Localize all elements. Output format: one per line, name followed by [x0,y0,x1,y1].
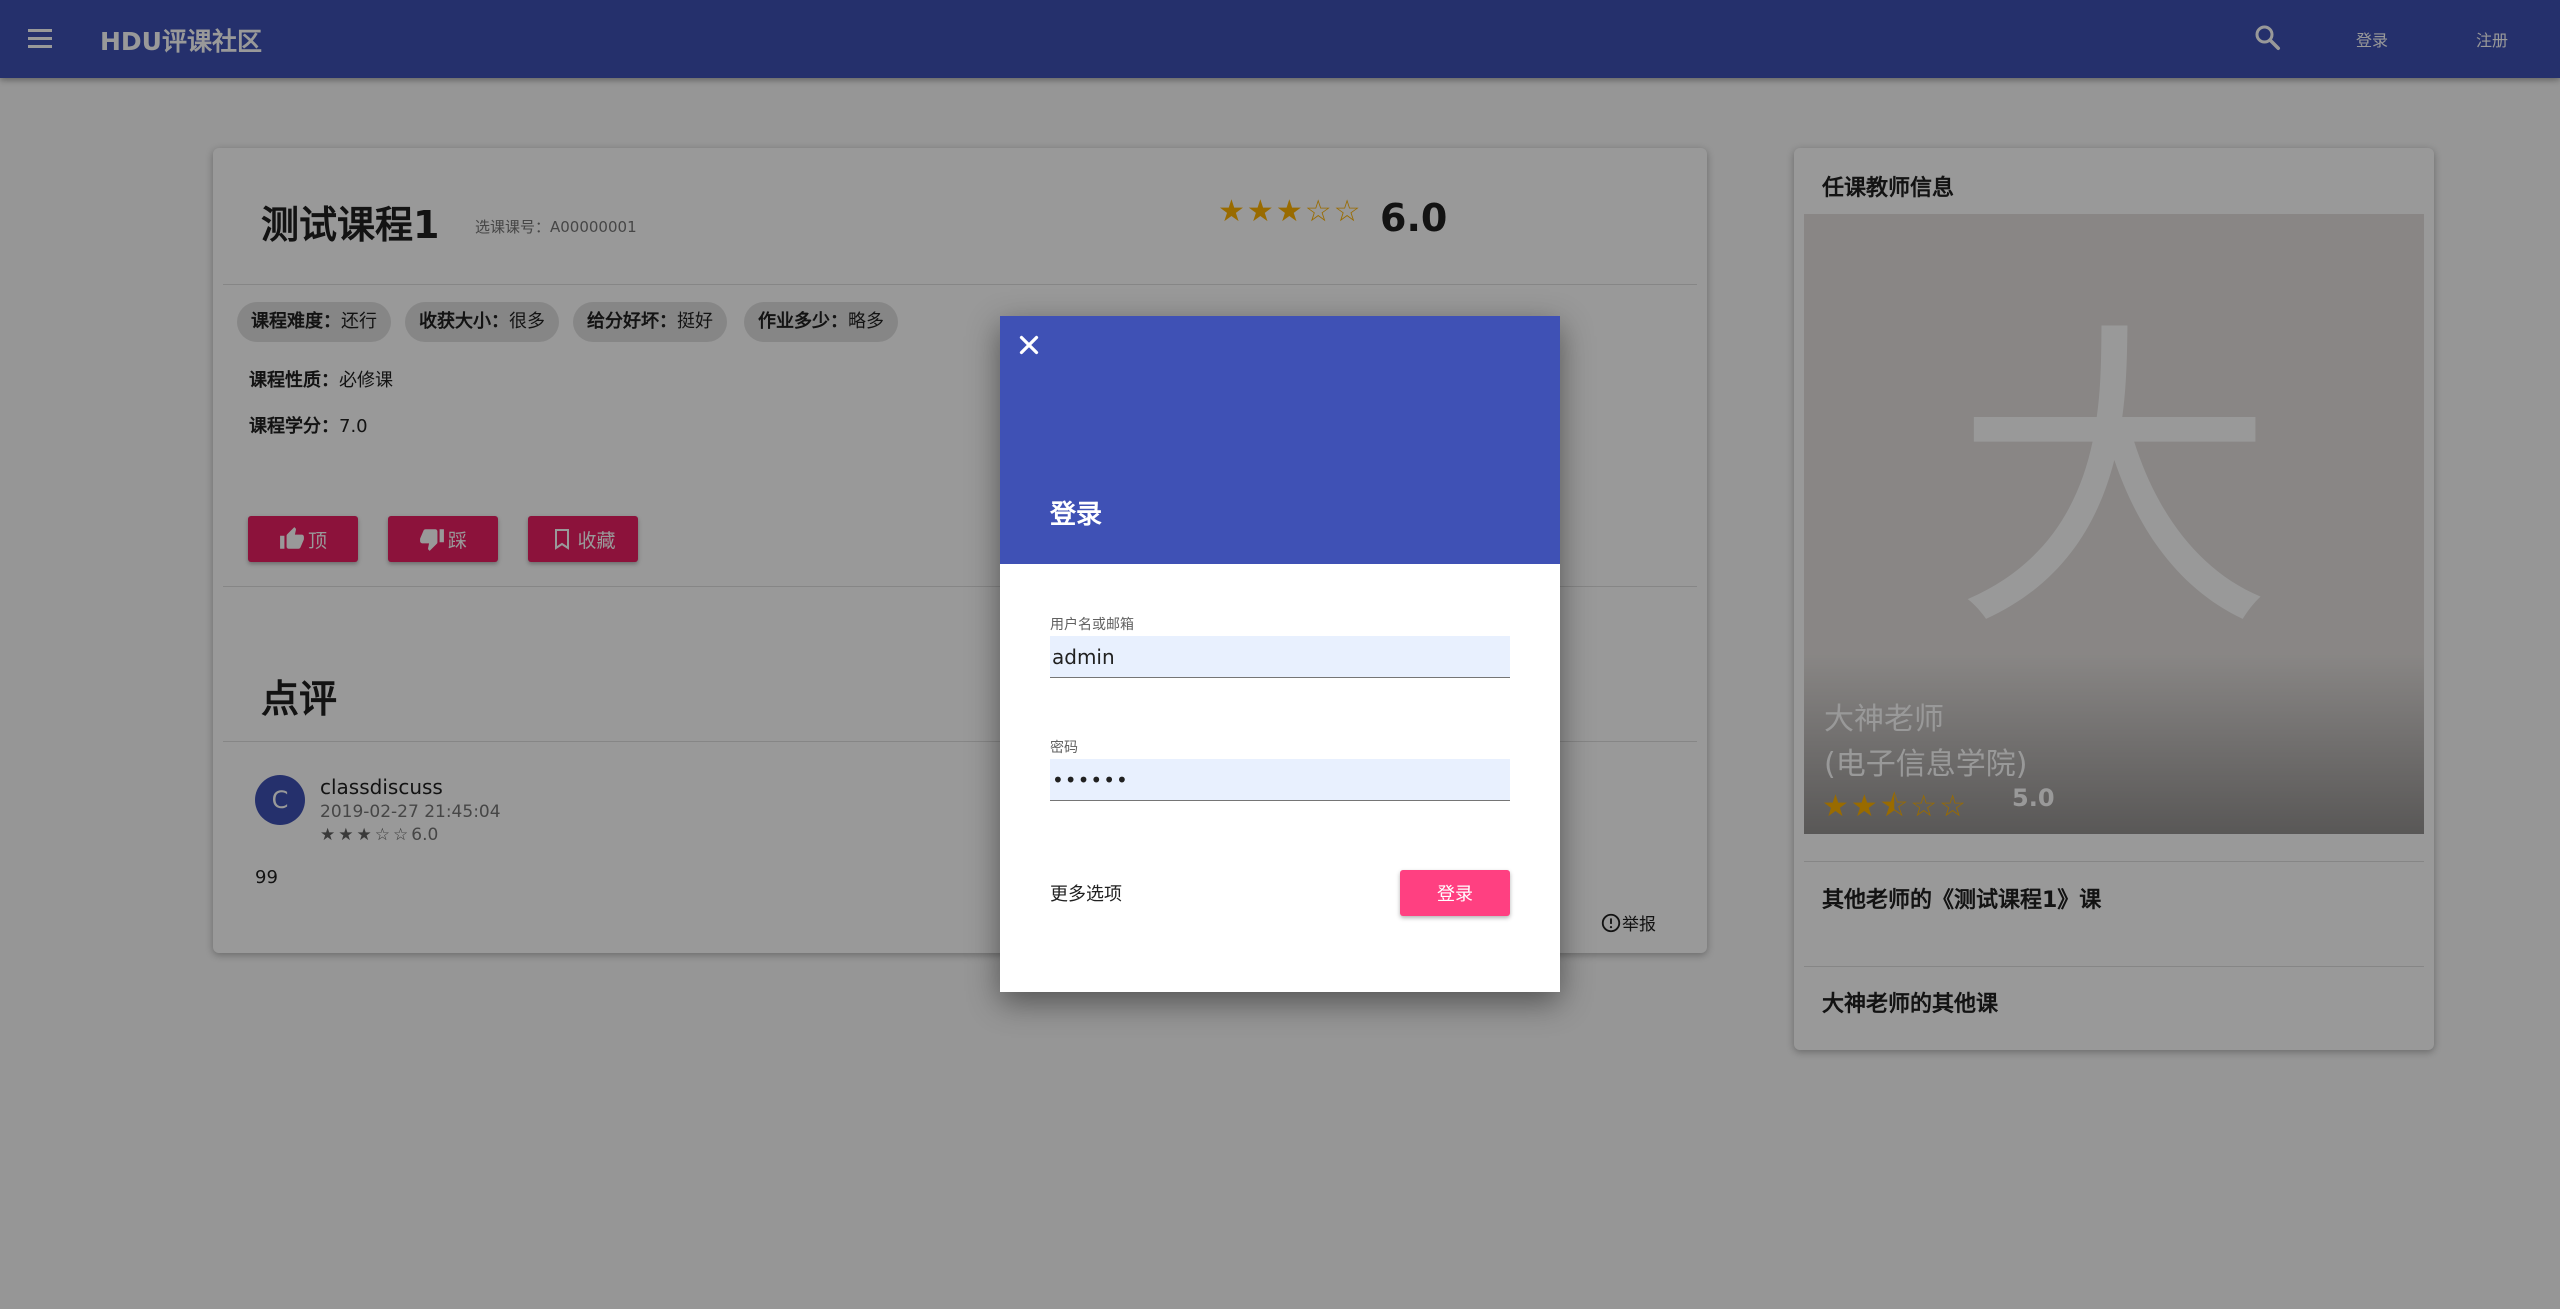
login-submit-button[interactable]: 登录 [1400,870,1510,916]
username-input[interactable] [1050,636,1510,678]
more-options-link[interactable]: 更多选项 [1050,880,1122,906]
close-icon[interactable] [1014,330,1044,360]
login-dialog: 登录 用户名或邮箱 密码 更多选项 登录 [1000,316,1560,992]
password-input[interactable] [1050,759,1510,801]
dialog-header: 登录 [1000,316,1560,564]
dialog-title: 登录 [1050,500,1103,530]
password-label: 密码 [1050,740,1078,756]
username-label: 用户名或邮箱 [1050,617,1134,633]
